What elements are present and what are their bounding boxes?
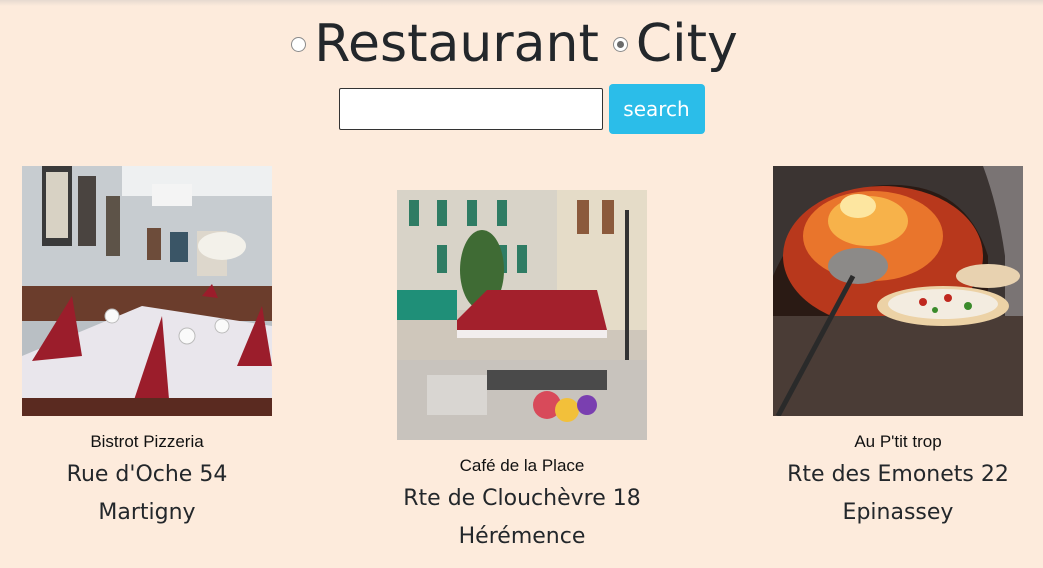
restaurant-city: Martigny [98,500,196,525]
restaurant-image[interactable] [773,166,1023,416]
search-input[interactable] [338,88,603,130]
restaurant-name[interactable]: Café de la Place [397,456,647,476]
restaurant-name[interactable]: Bistrot Pizzeria [22,432,272,452]
city-radio-label[interactable]: City [636,12,738,76]
restaurant-address: Rte des Emonets 22 [787,462,1009,487]
restaurant-card[interactable]: Café de la Place Rte de Clouchèvre 18 Hé… [397,190,647,556]
restaurant-city: Hérémence [458,524,586,549]
restaurant-city: Epinassey [842,500,954,525]
search-button[interactable]: search [608,84,705,134]
restaurant-address: Rte de Clouchèvre 18 [403,486,641,511]
restaurant-radio-label[interactable]: Restaurant [314,12,599,76]
restaurant-name[interactable]: Au P'tit trop [773,432,1023,452]
restaurant-image[interactable] [397,190,647,440]
restaurant-radio[interactable] [291,36,307,52]
restaurant-card[interactable]: Bistrot Pizzeria Rue d'Oche 54 Martigny [22,166,272,532]
city-radio[interactable] [612,36,628,52]
search-bar: search [0,84,1043,134]
search-type-selector: Restaurant City [0,12,1043,76]
top-shadow [0,0,1043,6]
restaurant-address: Rue d'Oche 54 [66,462,228,487]
restaurant-card[interactable]: Au P'tit trop Rte des Emonets 22 Epinass… [773,166,1023,532]
restaurant-image[interactable] [22,166,272,416]
